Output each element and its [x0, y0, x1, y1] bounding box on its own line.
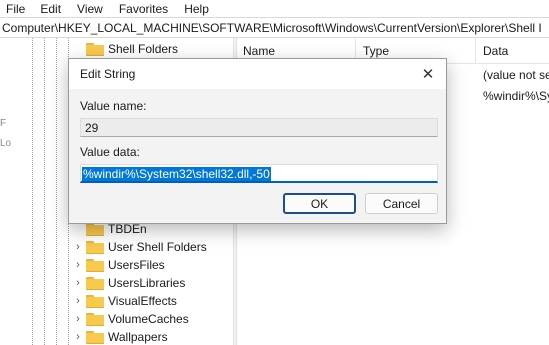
tree-item-label: UsersLibraries	[108, 276, 186, 290]
cancel-button[interactable]: Cancel	[365, 193, 438, 214]
close-icon[interactable]: ✕	[416, 62, 440, 86]
edit-string-dialog: Edit String ✕ Value name: 29 Value data:…	[68, 58, 447, 224]
tree-item-shell-folders[interactable]: Shell Folders	[72, 40, 178, 58]
value-data-label: Value data:	[80, 145, 140, 159]
tree-guide-line	[32, 38, 33, 345]
chevron-right-icon[interactable]: ›	[72, 241, 84, 253]
chevron-right-icon[interactable]: ›	[72, 313, 84, 325]
folder-icon	[86, 42, 104, 56]
tree-item-userslibraries[interactable]: › UsersLibraries	[72, 274, 185, 292]
value-name-label: Value name:	[80, 99, 147, 113]
chevron-right-icon[interactable]: ›	[72, 295, 84, 307]
dialog-titlebar[interactable]: Edit String ✕	[69, 59, 446, 89]
address-bar[interactable]: Computer\HKEY_LOCAL_MACHINE\SOFTWARE\Mic…	[0, 17, 549, 38]
ok-button[interactable]: OK	[283, 193, 356, 214]
folder-icon	[86, 330, 104, 344]
column-header-data[interactable]: Data	[483, 44, 508, 58]
value-data-cell: (value not se	[483, 68, 549, 82]
folder-icon	[86, 222, 104, 236]
dialog-title: Edit String	[80, 67, 136, 81]
column-header-name[interactable]: Name	[243, 44, 275, 58]
chevron-right-icon[interactable]: ›	[72, 277, 84, 289]
folder-icon	[86, 258, 104, 272]
tree-guide-line	[44, 38, 45, 345]
chevron-right-icon[interactable]: ›	[72, 259, 84, 271]
tree-item-label: User Shell Folders	[108, 240, 207, 254]
tree-item-label: TBDEn	[108, 222, 147, 236]
tree-item-label: Wallpapers	[108, 330, 168, 344]
menu-bar: File Edit View Favorites Help	[0, 0, 549, 17]
tree-item-label: Shell Folders	[108, 42, 179, 56]
tree-item-label: VisualEffects	[108, 294, 177, 308]
tree-item-wallpapers[interactable]: › Wallpapers	[72, 328, 168, 345]
column-divider[interactable]	[475, 38, 476, 64]
value-data-text: %windir%\System32\shell32.dll,-50	[82, 167, 271, 181]
folder-icon	[86, 276, 104, 290]
menu-file[interactable]: File	[6, 2, 25, 16]
menu-help[interactable]: Help	[184, 2, 209, 16]
address-path: Computer\HKEY_LOCAL_MACHINE\SOFTWARE\Mic…	[2, 20, 542, 35]
value-name-text: 29	[85, 121, 99, 135]
value-data-input[interactable]: %windir%\System32\shell32.dll,-50	[80, 164, 438, 183]
clipped-fragment: F	[0, 118, 7, 129]
column-header-type[interactable]: Type	[363, 44, 389, 58]
menu-edit[interactable]: Edit	[40, 2, 61, 16]
folder-icon	[86, 312, 104, 326]
tree-item-user-shell-folders[interactable]: › User Shell Folders	[72, 238, 207, 256]
folder-icon	[86, 240, 104, 254]
value-name-field: 29	[80, 118, 438, 137]
tree-item-volumecaches[interactable]: › VolumeCaches	[72, 310, 189, 328]
tree-item-label: UsersFiles	[108, 258, 165, 272]
clipped-fragment: Lo	[0, 138, 12, 149]
tree-item-label: VolumeCaches	[108, 312, 189, 326]
menu-favorites[interactable]: Favorites	[119, 2, 168, 16]
folder-icon	[86, 294, 104, 308]
tree-item-usersfiles[interactable]: › UsersFiles	[72, 256, 165, 274]
value-data-cell: %windir%\Sys	[483, 89, 549, 103]
chevron-right-icon[interactable]: ›	[72, 331, 84, 343]
tree-guide-line	[56, 38, 57, 345]
menu-view[interactable]: View	[77, 2, 103, 16]
tree-item-visualeffects[interactable]: › VisualEffects	[72, 292, 177, 310]
